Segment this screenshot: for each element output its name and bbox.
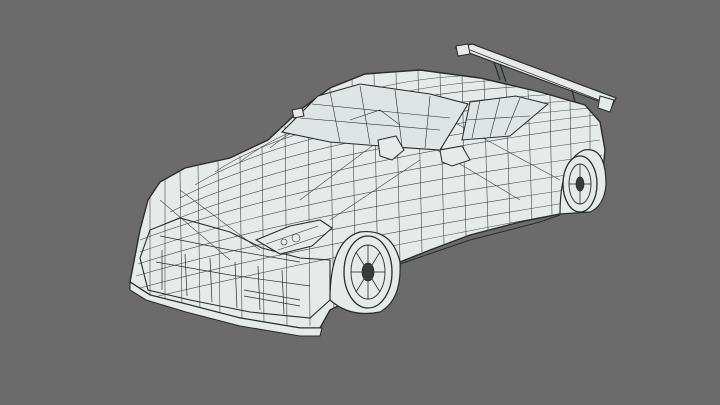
render-viewport [0, 0, 720, 405]
wireframe-sports-car-icon [129, 43, 617, 337]
